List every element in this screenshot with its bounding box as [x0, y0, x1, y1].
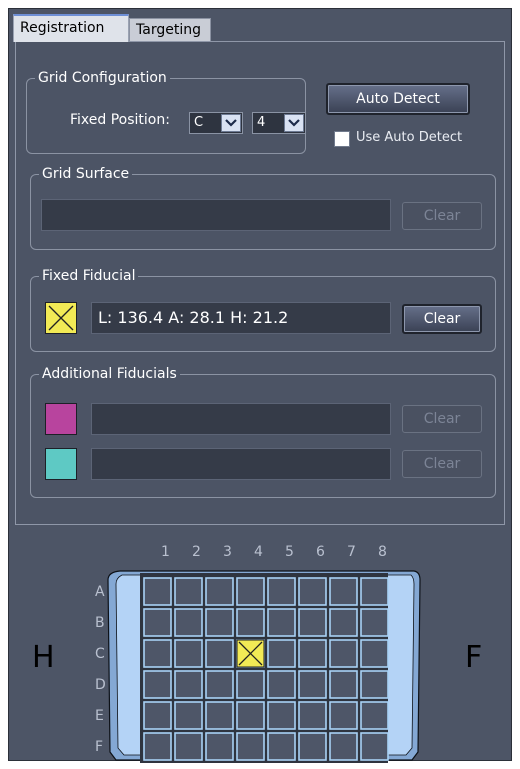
grid-row-letter: C: [95, 646, 105, 662]
grid-row-letter: E: [95, 708, 104, 724]
additional-fiducials-legend: Additional Fiducials: [42, 366, 177, 382]
fixed-row-value: C: [194, 115, 204, 130]
tab-targeting[interactable]: Targeting: [129, 18, 211, 42]
fixed-column-select[interactable]: 4: [252, 112, 306, 134]
grid-column-number: 6: [316, 544, 325, 560]
fixed-fiducial-swatch[interactable]: [45, 302, 77, 334]
registration-panel: Grid Configuration Fixed Position: C 4 A…: [15, 41, 505, 525]
grid-surface-field: [41, 199, 391, 231]
grid-column-number: 3: [223, 544, 232, 560]
chevron-down-icon[interactable]: [284, 114, 304, 132]
additional-fiducial-field-1: [91, 403, 391, 435]
tab-registration[interactable]: Registration: [13, 14, 129, 42]
grid-column-number: 8: [378, 544, 387, 560]
fixed-column-value: 4: [257, 115, 266, 130]
grid-surface-clear-button[interactable]: Clear: [402, 202, 482, 230]
grid-row-letter: F: [95, 739, 104, 755]
auto-detect-button[interactable]: Auto Detect: [326, 83, 470, 115]
grid-column-number: 4: [254, 544, 263, 560]
fixed-row-select[interactable]: C: [189, 112, 243, 134]
additional-fiducial-swatch-1[interactable]: [45, 403, 77, 435]
grid-configuration-legend: Grid Configuration: [38, 70, 167, 86]
grid-row-letter: A: [95, 584, 105, 600]
fixed-fiducial-clear-button[interactable]: Clear: [402, 304, 482, 334]
right-side-label: F: [465, 640, 483, 675]
use-auto-detect-label: Use Auto Detect: [356, 130, 463, 145]
fiducial-marker-icon: [48, 305, 74, 331]
fixed-fiducial-coordinates: L: 136.4 A: 28.1 H: 21.2: [91, 302, 391, 334]
grid-column-number: 2: [192, 544, 201, 560]
fixed-fiducial-legend: Fixed Fiducial: [42, 268, 136, 284]
fixed-position-label: Fixed Position:: [70, 112, 170, 128]
additional-fiducial-swatch-2[interactable]: [45, 448, 77, 480]
chevron-down-icon[interactable]: [221, 114, 241, 132]
grid-column-number: 1: [161, 544, 170, 560]
left-side-label: H: [32, 640, 55, 675]
additional-fiducial-field-2: [91, 448, 391, 480]
additional-fiducial-clear-button-2[interactable]: Clear: [402, 450, 482, 478]
grid-column-number: 5: [285, 544, 294, 560]
additional-fiducial-clear-button-1[interactable]: Clear: [402, 405, 482, 433]
grid-column-number: 7: [347, 544, 356, 560]
registration-window: Registration Targeting Grid Configuratio…: [8, 8, 512, 761]
grid-row-letter: D: [95, 677, 106, 693]
use-auto-detect-checkbox[interactable]: [334, 131, 350, 147]
grid-row-letter: B: [95, 615, 105, 631]
grid-surface-legend: Grid Surface: [42, 166, 130, 182]
